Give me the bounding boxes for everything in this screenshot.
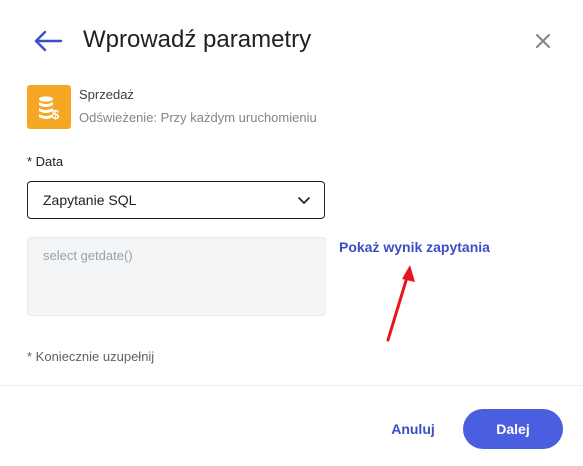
red-arrow-annotation (386, 265, 415, 342)
parameters-dialog: Wprowadź parametry $ Sprzedaż Odświeżeni… (0, 0, 583, 466)
footer-divider (0, 385, 583, 386)
close-icon (536, 34, 550, 48)
required-fields-note: * Koniecznie uzupełnij (27, 349, 155, 364)
dialog-title: Wprowadź parametry (83, 26, 312, 53)
next-button[interactable]: Dalej (463, 409, 563, 449)
sql-query-text: select getdate() (43, 248, 133, 263)
sql-query-textarea[interactable]: select getdate() (27, 237, 326, 316)
data-field-label: * Data (27, 154, 64, 169)
data-type-select[interactable]: Zapytanie SQL (27, 181, 325, 219)
show-query-result-link[interactable]: Pokaż wynik zapytania (339, 238, 490, 256)
source-refresh-info: Odświeżenie: Przy każdym uruchomieniu (79, 110, 317, 125)
close-button[interactable] (530, 28, 556, 54)
database-coins-icon: $ (27, 85, 71, 129)
chevron-down-icon (298, 197, 310, 204)
back-button[interactable] (30, 26, 64, 56)
source-name: Sprzedaż (79, 87, 134, 102)
arrow-left-icon (34, 30, 63, 52)
cancel-button[interactable]: Anuluj (378, 412, 448, 446)
svg-text:$: $ (52, 107, 60, 122)
select-value: Zapytanie SQL (43, 192, 137, 208)
